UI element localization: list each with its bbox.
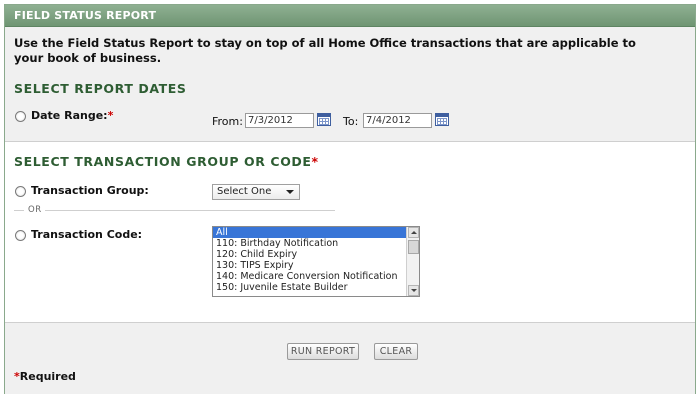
scrollbar-thumb[interactable] (408, 240, 419, 254)
field-status-report-panel: FIELD STATUS REPORT Use the Field Status… (4, 4, 696, 394)
transaction-group-select[interactable]: Select One (212, 184, 300, 200)
from-label: From: (212, 115, 243, 128)
from-calendar-icon[interactable] (317, 113, 331, 126)
run-report-button[interactable]: RUN REPORT (287, 343, 359, 360)
report-dates-section: Use the Field Status Report to stay on t… (5, 27, 695, 142)
list-item[interactable]: All (213, 227, 419, 238)
clear-button[interactable]: CLEAR (374, 343, 418, 360)
transaction-code-listbox[interactable]: All 110: Birthday Notification 120: Chil… (212, 226, 420, 297)
to-calendar-icon[interactable] (435, 113, 449, 126)
date-range-radio[interactable] (15, 111, 26, 122)
calendar-icon-grid (437, 118, 447, 125)
transaction-group-select-value: Select One (217, 186, 272, 197)
from-date-input[interactable]: 7/3/2012 (245, 113, 314, 128)
panel-title: FIELD STATUS REPORT (5, 5, 695, 27)
list-item[interactable]: 140: Medicare Conversion Notification (213, 271, 419, 282)
calendar-icon-grid (319, 118, 329, 125)
scroll-up-arrow-icon[interactable] (408, 227, 419, 238)
date-range-label-text: Date Range: (31, 109, 108, 122)
transaction-code-label: Transaction Code: (31, 228, 143, 241)
required-asterisk: * (107, 109, 114, 122)
transaction-title: SELECT TRANSACTION GROUP OR CODE (14, 154, 312, 169)
date-range-label: Date Range:* (31, 109, 113, 122)
required-asterisk: * (311, 154, 319, 169)
transaction-heading: SELECT TRANSACTION GROUP OR CODE* (14, 154, 319, 169)
to-label: To: (343, 115, 359, 128)
scroll-down-arrow-icon[interactable] (408, 285, 419, 296)
list-item[interactable]: 110: Birthday Notification (213, 238, 419, 249)
transaction-group-radio[interactable] (15, 186, 26, 197)
report-dates-title: SELECT REPORT DATES (14, 81, 187, 96)
required-note-text: Required (19, 370, 76, 383)
list-item[interactable]: 130: TIPS Expiry (213, 260, 419, 271)
calendar-icon-bar (436, 114, 448, 117)
report-dates-heading: SELECT REPORT DATES (14, 81, 187, 96)
transaction-group-label: Transaction Group: (31, 184, 149, 197)
chevron-down-icon (286, 190, 294, 194)
or-label: OR (28, 205, 42, 215)
required-note: *Required (14, 370, 76, 383)
listbox-scrollbar[interactable] (406, 227, 419, 296)
list-item[interactable]: 150: Juvenile Estate Builder (213, 282, 419, 293)
calendar-icon-bar (318, 114, 330, 117)
or-divider-left (14, 210, 24, 211)
transaction-section: SELECT TRANSACTION GROUP OR CODE* Transa… (5, 142, 695, 322)
intro-text: Use the Field Status Report to stay on t… (14, 36, 636, 65)
or-divider-right (45, 210, 335, 211)
transaction-code-radio[interactable] (15, 230, 26, 241)
list-item[interactable]: 120: Child Expiry (213, 249, 419, 260)
to-date-input[interactable]: 7/4/2012 (363, 113, 432, 128)
actions-section: RUN REPORT CLEAR *Required (5, 322, 695, 394)
